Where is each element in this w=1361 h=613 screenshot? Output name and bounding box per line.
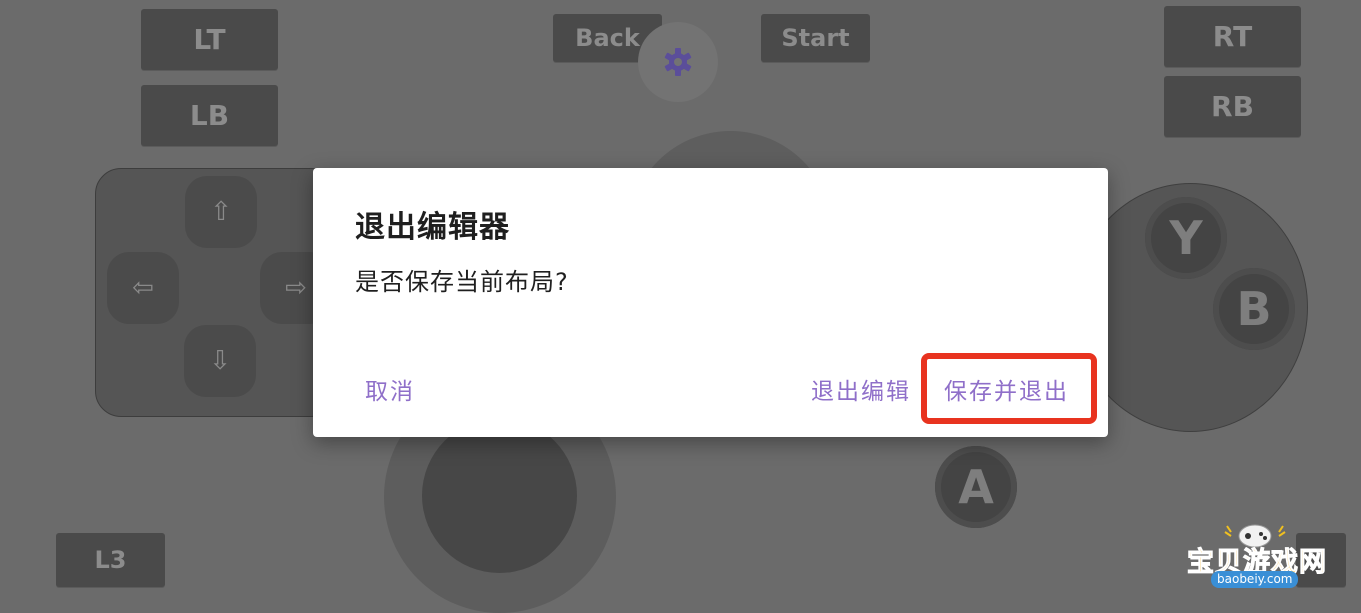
- dialog-message: 是否保存当前布局?: [355, 268, 569, 296]
- dialog-title: 退出编辑器: [355, 210, 510, 245]
- dpad-up-button[interactable]: ⇧: [185, 176, 257, 248]
- dpad-down-button[interactable]: ⇩: [184, 325, 256, 397]
- a-button[interactable]: A: [935, 446, 1017, 528]
- dpad-left-button[interactable]: ⇦: [107, 252, 179, 324]
- b-button[interactable]: B: [1213, 268, 1295, 350]
- settings-button[interactable]: [638, 22, 718, 102]
- start-button[interactable]: Start: [761, 14, 870, 62]
- gear-icon: [664, 48, 692, 76]
- lt-button[interactable]: LT: [141, 9, 278, 70]
- rb-button[interactable]: RB: [1164, 76, 1301, 137]
- site-watermark: 宝贝游戏网 baobeiy.com: [1185, 518, 1335, 604]
- y-button[interactable]: Y: [1145, 197, 1227, 279]
- left-joystick-knob[interactable]: [422, 418, 577, 573]
- exit-edit-button[interactable]: 退出编辑: [811, 372, 911, 406]
- watermark-domain: baobeiy.com: [1211, 571, 1299, 588]
- cancel-button[interactable]: 取消: [365, 372, 415, 406]
- highlight-box: [921, 353, 1097, 424]
- l3-button[interactable]: L3: [56, 533, 165, 587]
- lb-button[interactable]: LB: [141, 85, 278, 146]
- rt-button[interactable]: RT: [1164, 6, 1301, 67]
